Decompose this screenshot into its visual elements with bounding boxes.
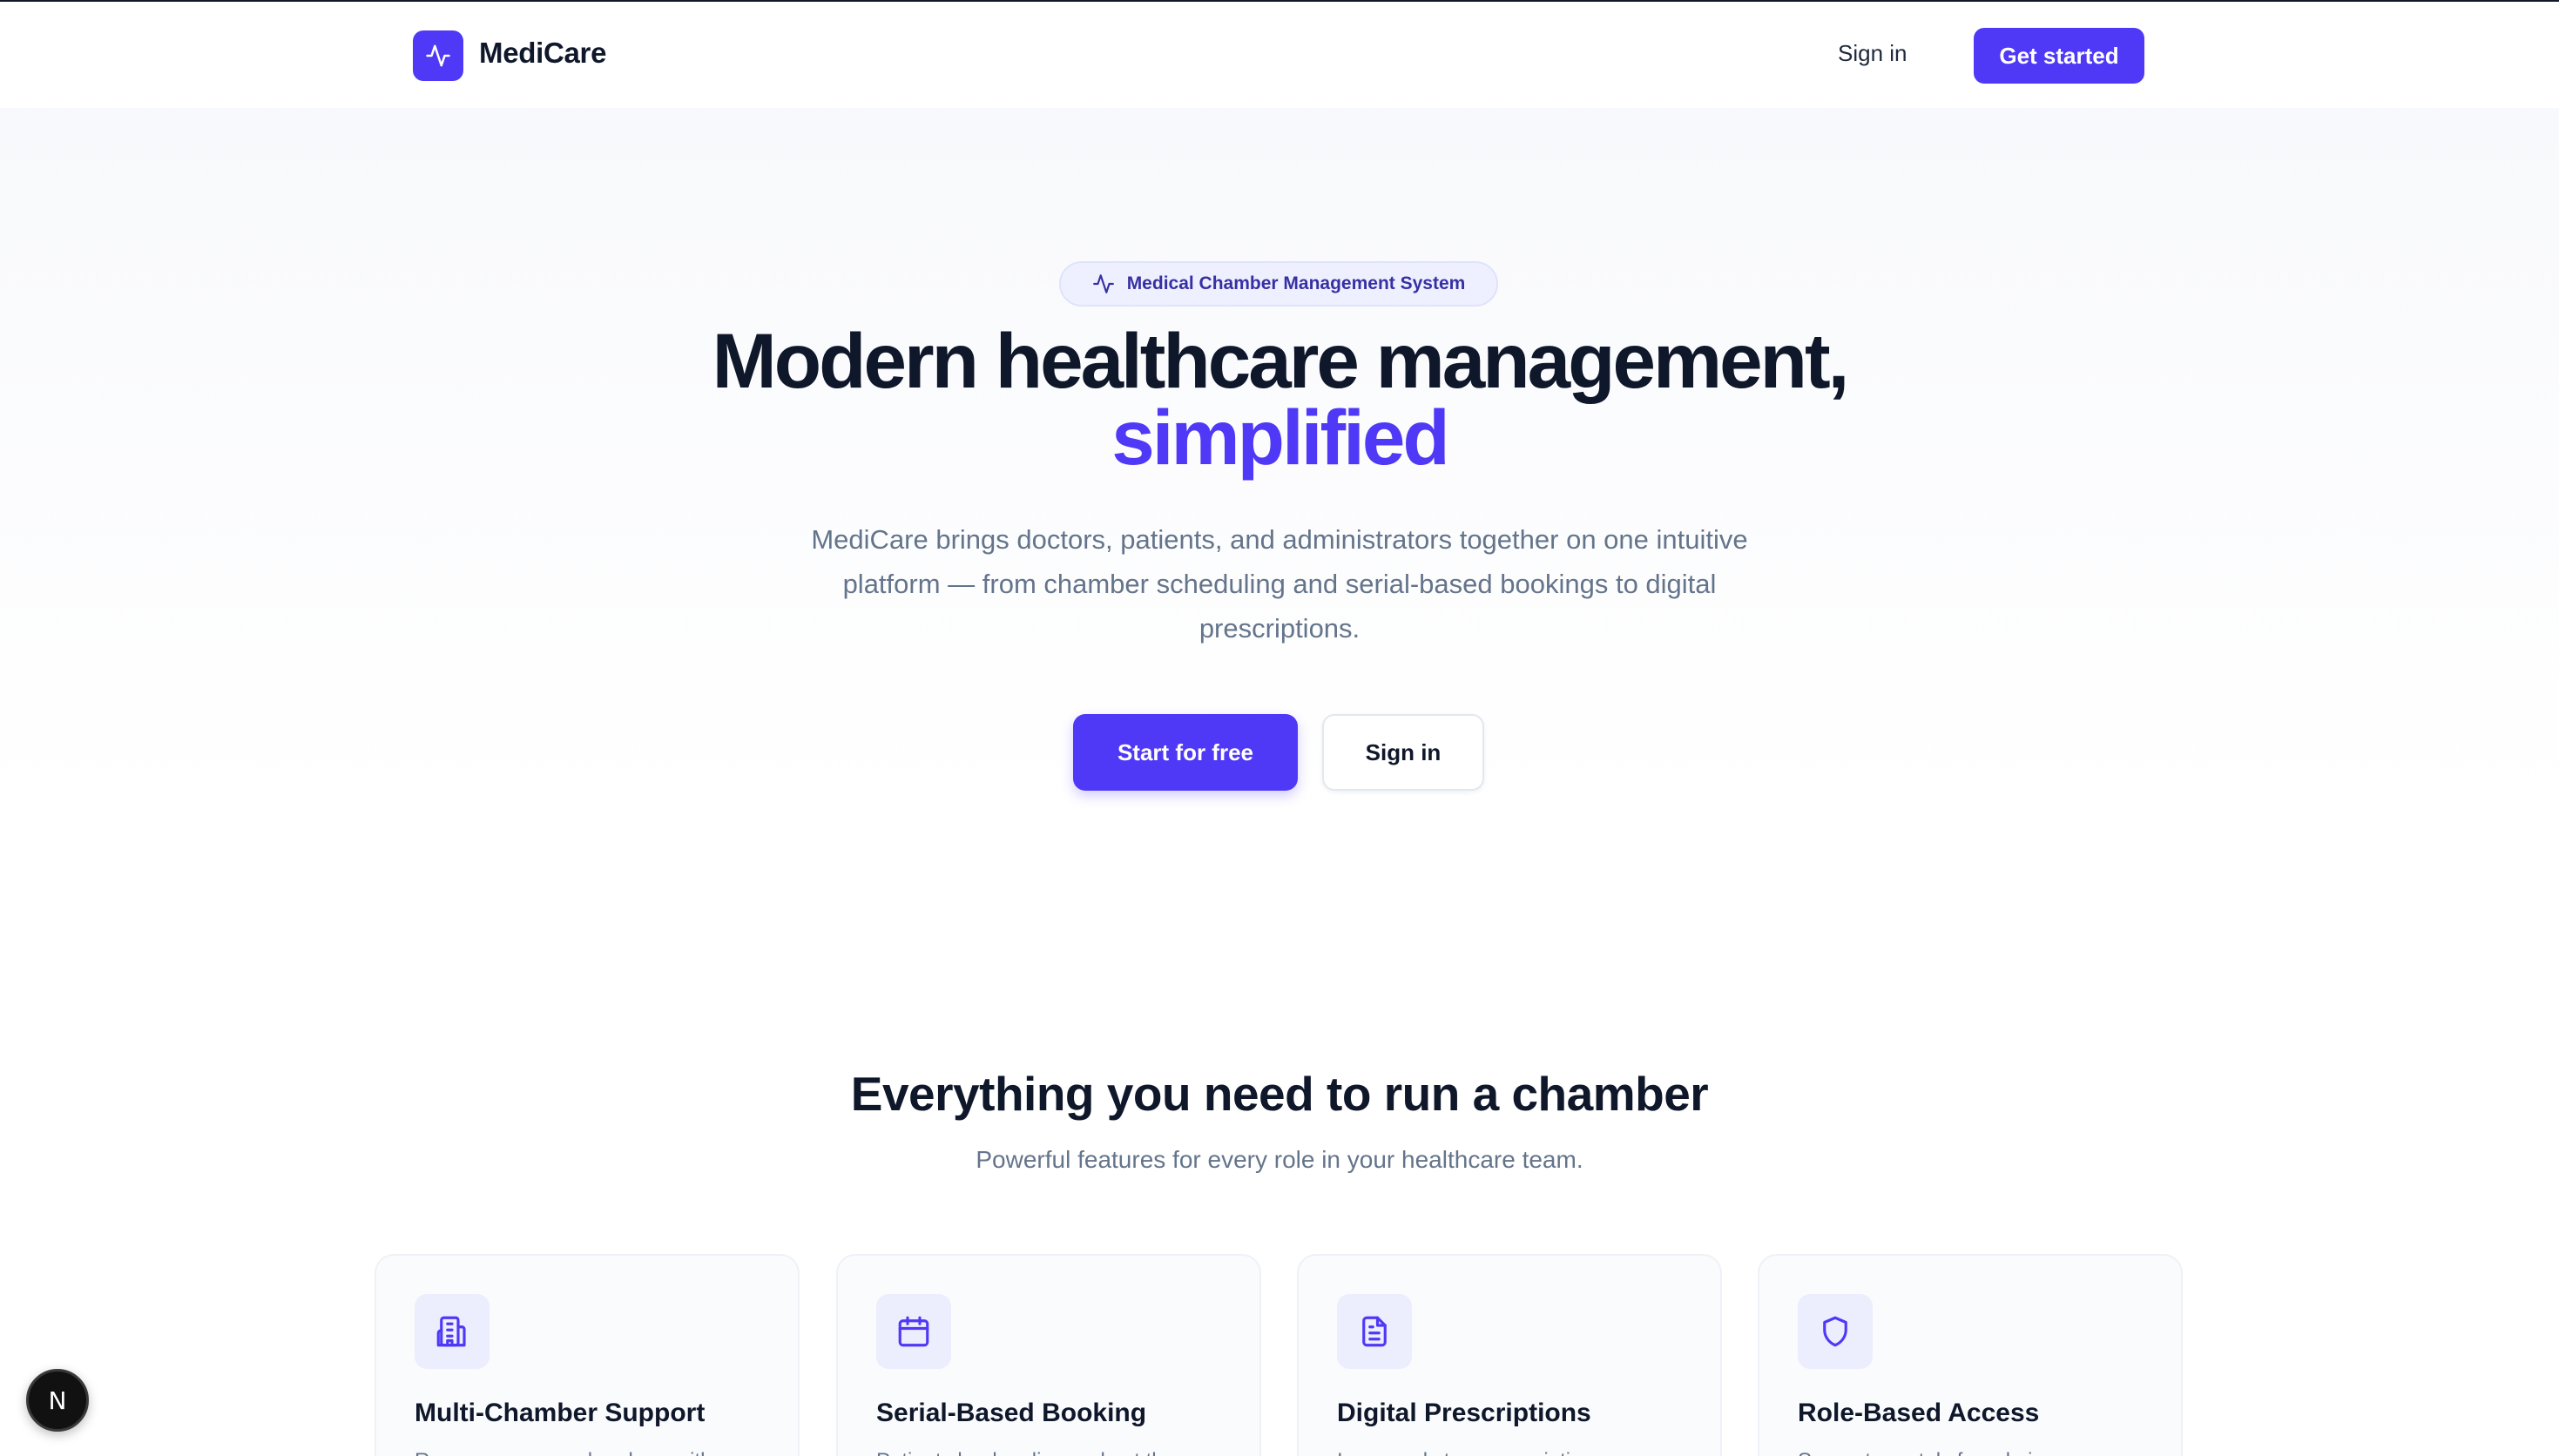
start-for-free-button[interactable]: Start for free xyxy=(1073,714,1298,791)
feature-description: Separate portals for admins xyxy=(1798,1446,2146,1456)
hero-title-line1: Modern healthcare management, xyxy=(712,317,1850,404)
hero-badge-label: Medical Chamber Management System xyxy=(1126,273,1466,293)
feature-title: Role-Based Access xyxy=(1798,1399,2040,1427)
nextjs-icon[interactable]: N xyxy=(26,1369,89,1432)
hero-title-line2: simplified xyxy=(1111,394,1449,481)
hero-description: MediCare brings doctors, patients, and a… xyxy=(811,524,1748,644)
calendar-icon xyxy=(876,1294,951,1369)
get-started-button[interactable]: Get started xyxy=(1974,28,2144,84)
file-text-icon xyxy=(1337,1294,1412,1369)
feature-title: Digital Prescriptions xyxy=(1337,1399,1591,1427)
feature-description: Run one or more chambers with xyxy=(415,1446,763,1456)
feature-description: Issue and store prescriptions xyxy=(1337,1446,1685,1456)
hero-sign-in-button[interactable]: Sign in xyxy=(1322,714,1484,791)
feature-title: Serial-Based Booking xyxy=(876,1399,1147,1427)
building-icon xyxy=(415,1294,490,1369)
nav-sign-in-link[interactable]: Sign in xyxy=(1838,40,1907,67)
hero-title: Modern healthcare management, simplified xyxy=(0,317,2559,481)
feature-title: Multi-Chamber Support xyxy=(415,1399,706,1427)
top-nav: MediCare Sign in Get started xyxy=(0,2,2559,108)
feature-description: Patients book online and get the xyxy=(876,1446,1225,1456)
features-subtitle: Powerful features for every role in your… xyxy=(976,1146,1583,1173)
activity-pulse-icon xyxy=(1092,274,1114,293)
feature-card-serial-booking: Serial-Based Booking Patients book onlin… xyxy=(836,1254,1261,1456)
shield-icon xyxy=(1798,1294,1873,1369)
features-title: Everything you need to run a chamber xyxy=(850,1067,1709,1121)
feature-card-role-access: Role-Based Access Separate portals for a… xyxy=(1758,1254,2183,1456)
feature-card-prescriptions: Digital Prescriptions Issue and store pr… xyxy=(1297,1254,1722,1456)
feature-card-multi-chamber: Multi-Chamber Support Run one or more ch… xyxy=(375,1254,800,1456)
activity-pulse-icon[interactable] xyxy=(413,30,463,81)
hero-badge: Medical Chamber Management System xyxy=(1059,261,1498,307)
brand-name[interactable]: MediCare xyxy=(479,37,606,70)
